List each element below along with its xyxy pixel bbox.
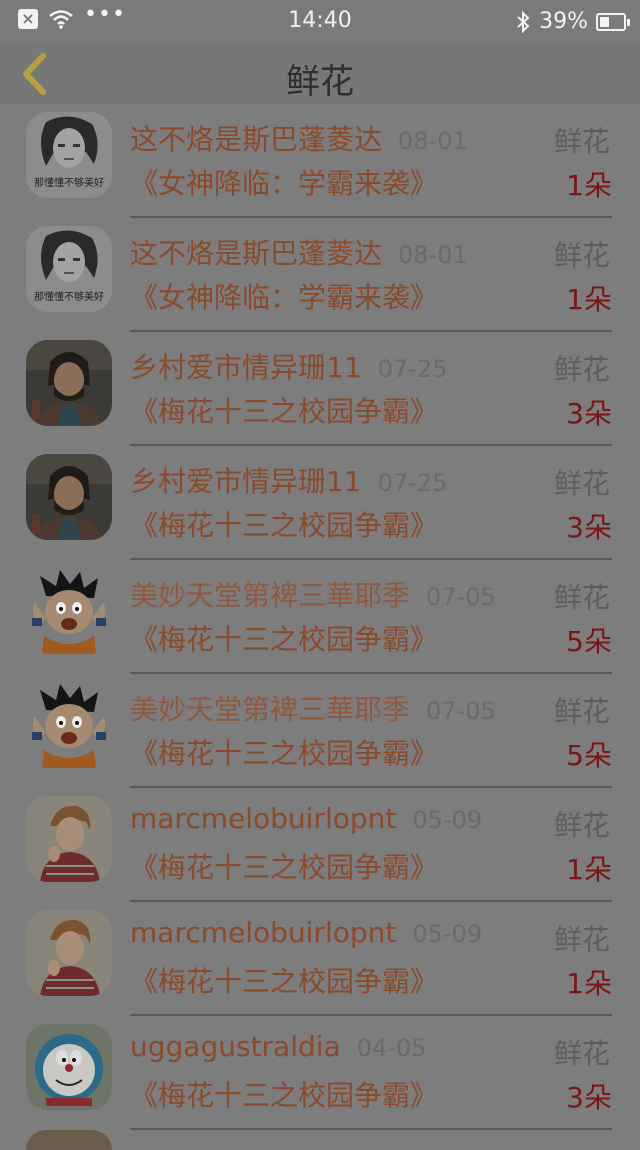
avatar — [26, 1130, 112, 1150]
book-title[interactable]: 《梅花十三之校园争霸》 — [130, 618, 438, 658]
sender-name[interactable]: 美妙天堂第裨三華耶季 07-05 — [130, 688, 496, 728]
avatar[interactable] — [26, 682, 112, 768]
gift-count: 3朵 — [566, 397, 612, 430]
sender-name[interactable]: marcmelobuirlopnt 05-09 — [130, 916, 482, 949]
sender-name-text: 这不烙是斯巴蓬菱达 — [130, 123, 383, 156]
sender-name-text: uggagustraldia — [130, 1030, 341, 1063]
sender-name[interactable]: 这不烙是斯巴蓬菱达 08-01 — [130, 232, 468, 272]
list-item[interactable]: 那懂懂不够美好 这不烙是斯巴蓬菱达 08-01 鲜花《女神降临：学霸来袭》 1朵 — [0, 104, 640, 218]
avatar[interactable]: 那懂懂不够美好 — [26, 112, 112, 198]
gift-type-label: 鲜花 — [553, 923, 610, 956]
sender-name[interactable]: 乡村爱市情异珊11 07-25 — [130, 460, 447, 500]
list-item[interactable]: 美妙天堂第裨三華耶季 07-05 鲜花《梅花十三之校园争霸》 5朵 — [0, 674, 640, 788]
avatar[interactable] — [26, 910, 112, 996]
avatar[interactable] — [26, 454, 112, 540]
battery-fill — [600, 16, 609, 27]
avatar[interactable] — [26, 340, 112, 426]
sender-name[interactable]: uggagustraldia 04-05 — [130, 1030, 426, 1063]
gift-type-label: 鲜花 — [553, 125, 610, 158]
book-title[interactable]: 《梅花十三之校园争霸》 — [130, 960, 438, 1000]
gift-count: 1朵 — [566, 853, 612, 886]
bluetooth-icon — [517, 10, 530, 33]
gift-count: 1朵 — [566, 967, 612, 1000]
gift-type-label: 鲜花 — [553, 1037, 610, 1070]
avatar[interactable] — [26, 1024, 112, 1110]
gift-count: 1朵 — [566, 283, 612, 316]
gift-count: 5朵 — [566, 739, 612, 772]
gift-date: 08-01 — [398, 127, 468, 155]
list-item[interactable]: 那懂懂不够美好 这不烙是斯巴蓬菱达 08-01 鲜花《女神降临：学霸来袭》 1朵 — [0, 218, 640, 332]
sender-name-text: 乡村爱市情异珊11 — [130, 351, 362, 384]
svg-text:那懂懂不够美好: 那懂懂不够美好 — [34, 176, 104, 189]
nav-bar: 鲜花 — [0, 44, 640, 104]
gift-date: 07-05 — [426, 697, 496, 725]
book-title[interactable]: 《梅花十三之校园争霸》 — [130, 504, 438, 544]
sender-name[interactable]: marcmelobuirlopnt 05-09 — [130, 802, 482, 835]
page-title: 鲜花 — [286, 62, 354, 102]
list-item[interactable]: 乡村爱市情异珊11 07-25 鲜花《梅花十三之校园争霸》 3朵 — [0, 446, 640, 560]
gift-date: 04-05 — [356, 1034, 427, 1062]
sender-name-text: 乡村爱市情异珊11 — [130, 465, 362, 498]
battery-percent: 39% — [539, 9, 588, 34]
sender-name[interactable]: 美妙天堂第裨三華耶季 07-05 — [130, 574, 496, 614]
battery-icon — [596, 12, 630, 31]
list-item[interactable]: marcmelobuirlopnt 05-09 鲜花《梅花十三之校园争霸》 1朵 — [0, 788, 640, 902]
sender-name-text: 美妙天堂第裨三華耶季 — [130, 693, 411, 726]
sender-name[interactable]: 乡村爱市情异珊11 07-25 — [130, 346, 447, 386]
status-right: 39% — [515, 9, 630, 34]
status-bar: × ••• 14:40 39% — [0, 0, 640, 44]
gift-type-label: 鲜花 — [553, 353, 610, 386]
book-title[interactable]: 《梅花十三之校园争霸》 — [130, 732, 438, 772]
gift-date: 07-25 — [377, 469, 448, 497]
list-item[interactable]: 美妙天堂第裨三華耶季 07-05 鲜花《梅花十三之校园争霸》 5朵 — [0, 560, 640, 674]
gift-date: 05-09 — [412, 920, 483, 948]
list-item[interactable]: marcmelobuirlopnt 05-09 鲜花《梅花十三之校园争霸》 1朵 — [0, 902, 640, 1016]
sender-name-text: 美妙天堂第裨三華耶季 — [130, 579, 411, 612]
gift-date: 07-25 — [377, 355, 448, 383]
book-title[interactable]: 《女神降临：学霸来袭》 — [130, 162, 438, 202]
gift-date: 08-01 — [398, 241, 468, 269]
gift-type-label: 鲜花 — [553, 467, 610, 500]
sender-name-text: marcmelobuirlopnt — [130, 802, 397, 835]
gift-type-label: 鲜花 — [553, 239, 610, 272]
gift-type-label: 鲜花 — [553, 809, 610, 842]
book-title[interactable]: 《梅花十三之校园争霸》 — [130, 1074, 438, 1114]
gift-count: 1朵 — [566, 169, 612, 202]
gift-type-label: 鲜花 — [553, 581, 610, 614]
book-title[interactable]: 《梅花十三之校园争霸》 — [130, 390, 438, 430]
gift-type-label: 鲜花 — [553, 695, 610, 728]
gift-count: 5朵 — [566, 625, 612, 658]
book-title[interactable]: 《梅花十三之校园争霸》 — [130, 846, 438, 886]
gift-count: 3朵 — [566, 1081, 612, 1114]
avatar[interactable]: 那懂懂不够美好 — [26, 226, 112, 312]
list-item[interactable]: uggagustraldia 04-05 鲜花《梅花十三之校园争霸》 3朵 — [0, 1016, 640, 1130]
book-title[interactable]: 《女神降临：学霸来袭》 — [130, 276, 438, 316]
list-item[interactable]: 乡村爱市情异珊11 07-25 鲜花《梅花十三之校园争霸》 3朵 — [0, 332, 640, 446]
gift-list: 那懂懂不够美好 这不烙是斯巴蓬菱达 08-01 鲜花 《女神降临：学霸来袭》 1朵 那懂懂不… — [0, 104, 640, 1130]
gift-date: 05-09 — [412, 806, 483, 834]
svg-text:那懂懂不够美好: 那懂懂不够美好 — [34, 290, 104, 303]
divider — [130, 1128, 612, 1130]
avatar[interactable] — [26, 796, 112, 882]
avatar[interactable] — [26, 568, 112, 654]
sender-name-text: marcmelobuirlopnt — [130, 916, 397, 949]
sender-name[interactable]: 这不烙是斯巴蓬菱达 08-01 — [130, 118, 468, 158]
gift-count: 3朵 — [566, 511, 612, 544]
sender-name-text: 这不烙是斯巴蓬菱达 — [130, 237, 383, 270]
gift-date: 07-05 — [426, 583, 496, 611]
